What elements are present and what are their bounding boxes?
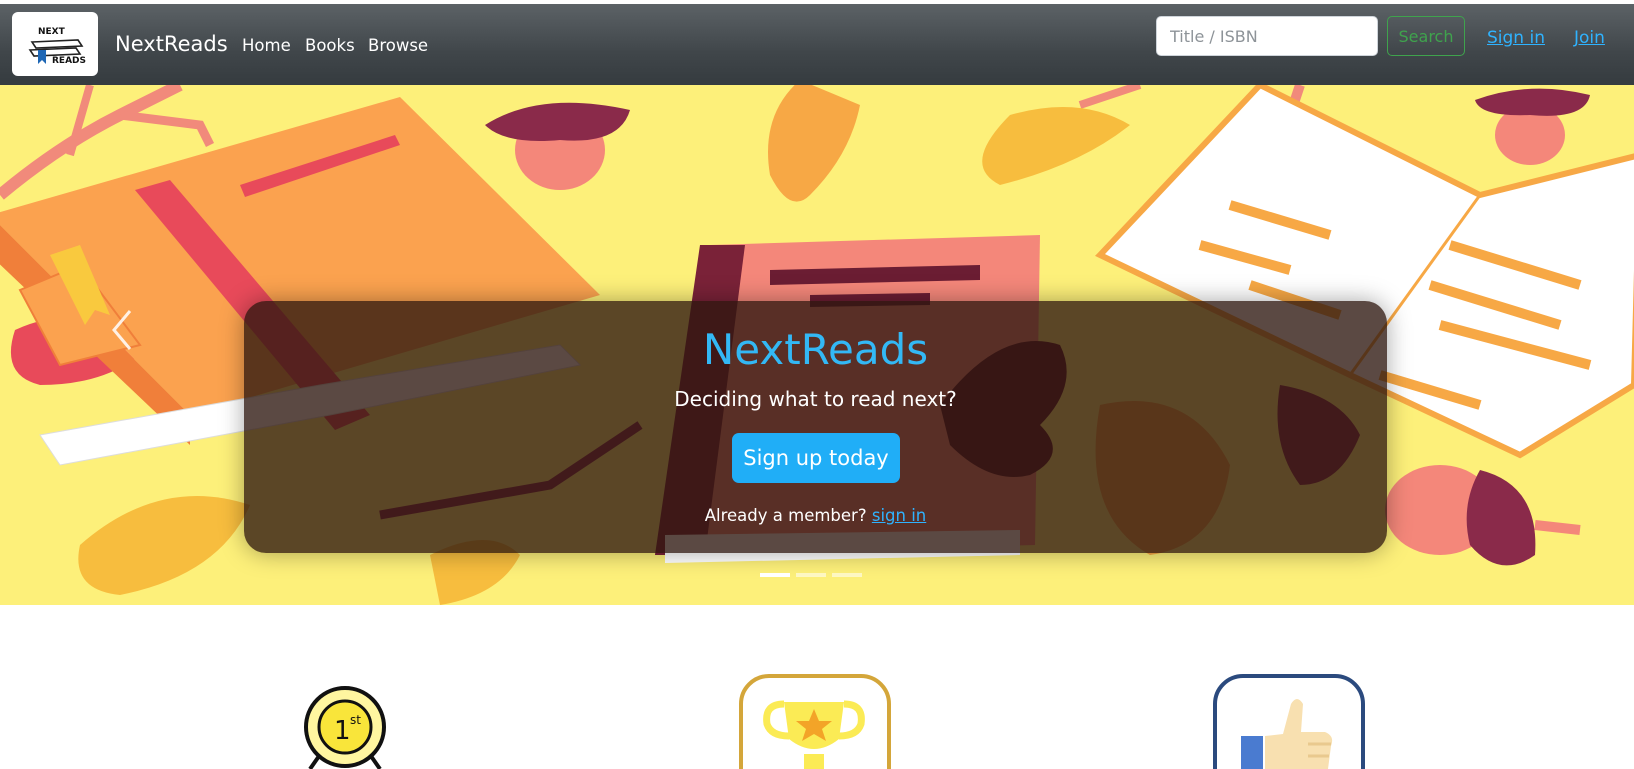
nav-home-link[interactable]: Home — [242, 36, 291, 55]
member-line: Already a member? sign in — [244, 506, 1387, 525]
logo[interactable]: NEXT READS — [12, 12, 98, 76]
join-link[interactable]: Join — [1574, 28, 1605, 48]
search-button[interactable]: Search — [1387, 16, 1465, 56]
brand-name[interactable]: NextReads — [115, 32, 228, 56]
carousel-indicator[interactable] — [832, 573, 862, 577]
carousel-indicator[interactable] — [760, 573, 790, 577]
hero-subtitle: Deciding what to read next? — [674, 387, 957, 411]
trophy-icon — [739, 674, 891, 769]
medal-number: 1 — [334, 716, 351, 746]
hero-title: NextReads — [702, 325, 929, 374]
medal-suffix: st — [350, 713, 361, 727]
nav-books-link[interactable]: Books — [305, 36, 355, 55]
hero-sign-in-link[interactable]: sign in — [872, 506, 926, 525]
nav-browse-link[interactable]: Browse — [368, 36, 428, 55]
search-input[interactable] — [1156, 16, 1378, 56]
sign-in-link[interactable]: Sign in — [1487, 28, 1545, 48]
logo-text-top: NEXT — [38, 27, 66, 37]
carousel-indicators — [760, 573, 862, 577]
carousel-indicator[interactable] — [796, 573, 826, 577]
hero-panel: NextReads Deciding what to read next? Si… — [244, 301, 1387, 553]
carousel-prev-icon[interactable] — [104, 305, 140, 355]
thumbs-up-icon — [1213, 674, 1365, 769]
logo-text-bottom: READS — [52, 56, 86, 66]
top-navbar: NEXT READS NextReads Home Books Browse S… — [0, 4, 1634, 85]
sign-up-today-button[interactable]: Sign up today — [732, 433, 900, 483]
first-place-medal-icon: 1 st — [304, 686, 386, 769]
member-prefix: Already a member? — [704, 506, 867, 525]
hero-carousel: NextReads Deciding what to read next? Si… — [0, 85, 1634, 605]
